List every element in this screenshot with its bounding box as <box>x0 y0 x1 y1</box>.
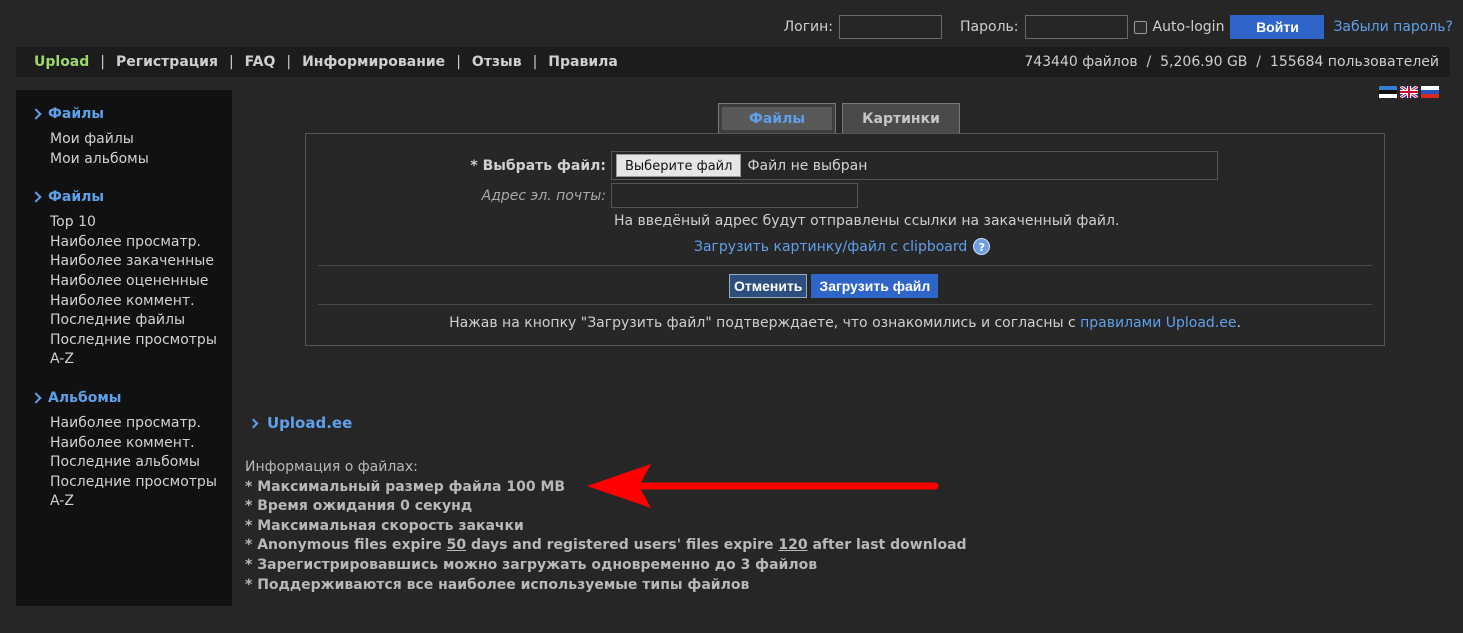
nav-separator: | <box>228 54 234 70</box>
top-nav: Upload | Регистрация | FAQ | Информирова… <box>16 47 1450 77</box>
nav-register[interactable]: Регистрация <box>116 54 218 70</box>
info-expire-days: 50 <box>446 537 467 554</box>
file-status: Файл не выбран <box>747 157 868 174</box>
divider <box>318 265 1372 266</box>
sidebar-item-most-viewed[interactable]: Наиболее просматр. <box>32 233 232 253</box>
login-input[interactable] <box>839 15 943 39</box>
file-label: * Выбрать файл: <box>470 157 606 174</box>
sidebar-item-most-commented[interactable]: Наиболее коммент. <box>32 292 232 312</box>
sidebar-heading-label: Файлы <box>48 189 105 206</box>
sidebar-item-my-files[interactable]: Мои файлы <box>32 130 232 150</box>
upload-file-button[interactable]: Загрузить файл <box>811 274 939 298</box>
nav-upload[interactable]: Upload <box>34 54 89 70</box>
file-input[interactable]: Выберите файл Файл не выбран <box>611 151 1218 180</box>
file-row: * Выбрать файл: Выберите файл Файл не вы… <box>306 151 1384 180</box>
tab-files[interactable]: Файлы <box>718 103 836 133</box>
sidebar-heading: Файлы <box>30 189 232 206</box>
info-heading: Upload.ee <box>248 414 353 432</box>
chevron-right-icon <box>30 392 42 404</box>
choose-file-button[interactable]: Выберите файл <box>616 154 742 177</box>
sidebar-heading-label: Альбомы <box>48 389 122 406</box>
upload-tabs: Файлы Картинки <box>718 103 960 133</box>
sidebar-item-albums-most-viewed[interactable]: Наиболее просматр. <box>32 414 232 434</box>
clipboard-upload-link[interactable]: Загрузить картинку/файл с clipboard <box>694 239 967 255</box>
password-input[interactable] <box>1024 15 1128 39</box>
nav-separator: | <box>286 54 292 70</box>
nav-feedback[interactable]: Отзыв <box>472 54 522 70</box>
tab-images[interactable]: Картинки <box>842 103 960 133</box>
clipboard-row: Загрузить картинку/файл с clipboard ? <box>694 238 991 255</box>
email-label: Адрес эл. почты: <box>481 187 606 204</box>
sidebar-item-most-rated[interactable]: Наиболее оцененные <box>32 272 232 292</box>
nav-separator: | <box>532 54 538 70</box>
info-simultaneous: * Зарегистрировавшись можно загружать од… <box>245 556 818 573</box>
help-icon[interactable]: ? <box>973 238 991 255</box>
email-input[interactable] <box>611 183 858 208</box>
nav-separator: | <box>456 54 461 70</box>
login-bar: Логин: Пароль: Auto-login Войти Забыли п… <box>784 14 1453 40</box>
info-expire: * Anonymous files expire 50 days and reg… <box>245 536 967 556</box>
autologin-label: Auto-login <box>1152 19 1225 35</box>
sidebar-item-latest-albums[interactable]: Последние альбомы <box>32 453 232 473</box>
red-arrow-icon <box>587 464 939 508</box>
forgot-password-link[interactable]: Забыли пароль? <box>1333 19 1453 35</box>
nav-links: Upload | Регистрация | FAQ | Информирова… <box>34 54 618 70</box>
info-types: * Поддерживаются все наиболее используем… <box>245 576 750 593</box>
login-label: Логин: <box>783 19 834 35</box>
chevron-right-icon <box>248 418 259 428</box>
sidebar-item-az[interactable]: A-Z <box>32 350 232 370</box>
uk-flag-svg <box>1400 86 1418 98</box>
sidebar-item-albums-latest-views[interactable]: Последние просмотры <box>32 473 232 493</box>
sidebar-heading: Альбомы <box>30 389 232 406</box>
rules-link[interactable]: правилами Upload.ee <box>1080 315 1236 331</box>
form-buttons: Отменить Загрузить файл <box>729 274 939 298</box>
sidebar-heading-label: Файлы <box>48 106 105 122</box>
sidebar-item-my-albums[interactable]: Мои альбомы <box>32 150 232 170</box>
info-expire-reg: 120 <box>778 537 808 554</box>
divider <box>318 304 1372 305</box>
chevron-right-icon <box>30 108 42 120</box>
nav-separator: | <box>100 54 105 70</box>
info-expire-a: * Anonymous files expire <box>245 537 447 554</box>
sidebar-heading: Файлы <box>30 106 232 122</box>
sidebar-section-my-files: Файлы Мои файлы Мои альбомы <box>30 106 232 170</box>
sidebar-section-albums: Альбомы Наиболее просматр. Наиболее комм… <box>30 389 232 512</box>
chevron-right-icon <box>30 191 42 203</box>
sidebar-item-latest-files[interactable]: Последние файлы <box>32 311 232 331</box>
russian-flag-icon[interactable] <box>1421 86 1439 98</box>
language-flags <box>1379 86 1439 98</box>
terms-agreement: Нажав на кнопку "Загрузить файл" подтвер… <box>306 315 1384 331</box>
upload-panel: * Выбрать файл: Выберите файл Файл не вы… <box>305 133 1385 346</box>
terms-end: . <box>1236 315 1241 331</box>
info-expire-c: after last download <box>807 537 967 554</box>
sidebar-section-files: Файлы Top 10 Наиболее просматр. Наиболее… <box>30 189 232 370</box>
sidebar-item-most-downloaded[interactable]: Наиболее закаченные <box>32 252 232 272</box>
estonian-flag-icon[interactable] <box>1379 86 1397 98</box>
nav-rules[interactable]: Правила <box>548 54 618 70</box>
autologin-checkbox[interactable] <box>1133 20 1147 34</box>
sidebar-item-albums-most-commented[interactable]: Наиболее коммент. <box>32 434 232 454</box>
cancel-button[interactable]: Отменить <box>729 274 808 298</box>
uk-flag-icon[interactable] <box>1400 86 1418 98</box>
sidebar-item-albums-az[interactable]: A-Z <box>32 492 232 512</box>
terms-text: Нажав на кнопку "Загрузить файл" подтвер… <box>449 315 1081 331</box>
site-stats: 743440 файлов / 5,206.90 GB / 155684 пол… <box>1024 54 1439 70</box>
sidebar: Файлы Мои файлы Мои альбомы Файлы Top 10… <box>16 90 232 606</box>
info-heading-label: Upload.ee <box>267 414 353 432</box>
nav-info[interactable]: Информирование <box>302 54 445 70</box>
password-label: Пароль: <box>960 19 1019 35</box>
email-note: На введёный адрес будут отправлены ссылк… <box>614 213 1120 229</box>
info-expire-b: days and registered users' files expire <box>466 537 779 554</box>
login-button[interactable]: Войти <box>1230 15 1325 39</box>
email-row: Адрес эл. почты: <box>306 183 1384 208</box>
nav-faq[interactable]: FAQ <box>245 54 276 70</box>
sidebar-item-top10[interactable]: Top 10 <box>32 213 232 233</box>
sidebar-item-latest-views[interactable]: Последние просмотры <box>32 331 232 351</box>
info-speed: * Максимальная скорость закачки <box>245 517 524 534</box>
